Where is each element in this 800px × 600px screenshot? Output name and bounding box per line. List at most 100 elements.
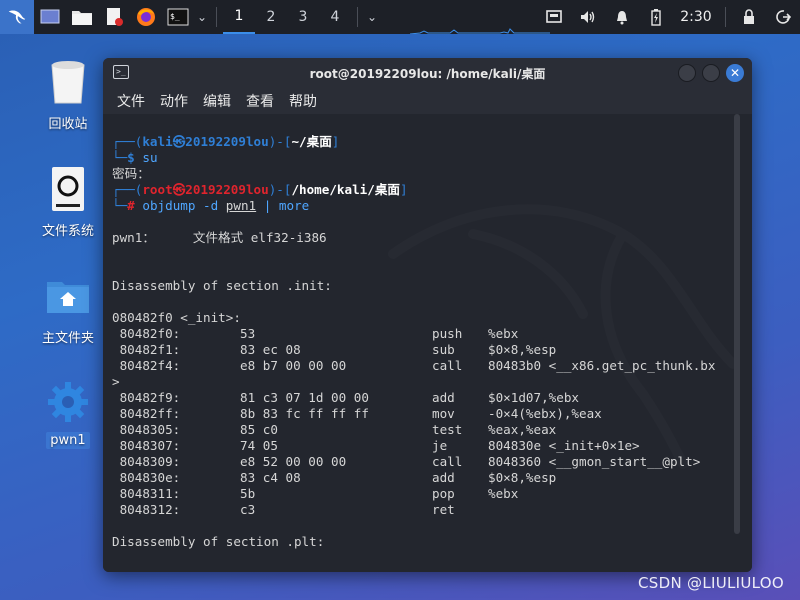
gear-icon <box>44 378 92 426</box>
desktop-icon-label: 文件系统 <box>41 224 94 239</box>
menu-bar: 文件 动作 编辑 查看 帮助 <box>103 88 752 114</box>
desktop-icon-label: 回收站 <box>48 117 88 132</box>
asm-opcode: mov <box>432 406 455 421</box>
menu-help[interactable]: 帮助 <box>289 91 317 111</box>
command-line: └─$ su <box>112 150 158 165</box>
asm-operands: -0×4(%ebx),%eax <box>488 406 602 421</box>
function-header: 080482f0 <_init>: <box>112 310 241 325</box>
watermark: CSDN @LIULIULOO <box>638 574 784 592</box>
window-title: root@20192209lou: /home/kali/桌面 <box>309 66 546 81</box>
asm-opcode: call <box>432 454 463 469</box>
asm-address: 80482f0: <box>112 326 181 341</box>
notifications-tray[interactable] <box>605 0 639 34</box>
password-line: 密码： <box>112 166 150 181</box>
menu-action[interactable]: 动作 <box>160 91 188 111</box>
terminal-launcher[interactable]: $_ <box>162 0 194 34</box>
asm-bytes: 74 05 <box>240 438 278 453</box>
text-editor-launcher[interactable] <box>98 0 130 34</box>
hard-drive-icon <box>44 165 92 213</box>
file-format-line: pwn1： 文件格式 elf32-i386 <box>112 230 327 245</box>
minimize-button[interactable] <box>678 64 696 82</box>
section-header: Disassembly of section .plt: <box>112 534 325 549</box>
asm-opcode: ret <box>432 502 455 517</box>
terminal-icon: $_ <box>167 8 189 26</box>
prompt-line: ┌──(kali㉿20192209lou)-[~/桌面] <box>112 134 340 149</box>
asm-bytes: e8 b7 00 00 00 <box>240 358 347 373</box>
file-manager-launcher[interactable] <box>66 0 98 34</box>
asm-operands: $0×8,%esp <box>488 342 557 357</box>
asm-opcode: add <box>432 470 455 485</box>
workspace-4[interactable]: 4 <box>319 0 351 34</box>
panel-separator <box>725 7 726 27</box>
desktop-icon-home[interactable]: 主文件夹 <box>28 272 108 347</box>
asm-bytes: 83 ec 08 <box>240 342 301 357</box>
asm-operands: %ebx <box>488 486 519 501</box>
asm-opcode: push <box>432 326 463 341</box>
asm-bytes: 53 <box>240 326 256 341</box>
battery-tray[interactable] <box>639 0 673 34</box>
desktop-icon-filesystem[interactable]: 文件系统 <box>28 165 108 240</box>
maximize-button[interactable] <box>702 64 720 82</box>
window-titlebar[interactable]: >_ root@20192209lou: /home/kali/桌面 ✕ <box>103 58 752 88</box>
asm-operands: $0×8,%esp <box>488 470 557 485</box>
firefox-launcher[interactable] <box>130 0 162 34</box>
asm-opcode: sub <box>432 342 455 357</box>
menu-file[interactable]: 文件 <box>117 91 145 111</box>
asm-bytes: 5b <box>240 486 256 501</box>
menu-edit[interactable]: 编辑 <box>203 91 231 111</box>
asm-address: 804830e: <box>112 470 181 485</box>
terminal-window: >_ root@20192209lou: /home/kali/桌面 ✕ 文件 … <box>103 58 752 572</box>
panel-separator <box>357 7 358 27</box>
trash-icon <box>44 58 92 106</box>
section-header: Disassembly of section .init: <box>112 278 332 293</box>
network-tray[interactable] <box>537 0 571 34</box>
asm-operands: $0×1d07,%ebx <box>488 390 579 405</box>
asm-opcode: pop <box>432 486 455 501</box>
launcher-dropdown-chevron-icon[interactable]: ⌄ <box>194 0 210 34</box>
logout-icon <box>776 10 791 24</box>
prompt-line: ┌──(root㉿20192209lou)-[/home/kali/桌面] <box>112 182 408 197</box>
workspace-1[interactable]: 1 <box>223 0 255 34</box>
asm-address: 8048305: <box>112 422 181 437</box>
close-button[interactable]: ✕ <box>726 64 744 82</box>
asm-address: 80482f9: <box>112 390 181 405</box>
top-panel: $_ ⌄ 1 2 3 4 ⌄ 2:30 <box>0 0 800 34</box>
kali-dragon-icon <box>8 10 26 24</box>
asm-bytes: 8b 83 fc ff ff ff <box>240 406 369 421</box>
window-list-chevron-icon[interactable]: ⌄ <box>364 0 380 34</box>
volume-icon <box>581 11 595 23</box>
workspace-3[interactable]: 3 <box>287 0 319 34</box>
kali-menu-button[interactable] <box>0 0 34 34</box>
asm-address: 8048312: <box>112 502 181 517</box>
asm-address: 8048311: <box>112 486 181 501</box>
command-line: └─# objdump -d pwn1 | more <box>112 198 310 213</box>
desktop-icon-trash[interactable]: 回收站 <box>28 58 108 133</box>
bell-icon <box>617 11 627 25</box>
asm-bytes: c3 <box>240 502 256 517</box>
terminal-output[interactable]: ┌──(kali㉿20192209lou)-[~/桌面] └─$ su 密码： … <box>103 114 752 572</box>
asm-address: > <box>112 374 120 389</box>
workspace-2[interactable]: 2 <box>255 0 287 34</box>
asm-opcode: je <box>432 438 448 453</box>
cpu-graph <box>410 28 550 34</box>
desktop-icon <box>40 9 60 24</box>
asm-operands: %ebx <box>488 326 519 341</box>
menu-view[interactable]: 查看 <box>246 91 274 111</box>
logout-button[interactable] <box>766 0 800 34</box>
asm-address: 80482ff: <box>112 406 181 421</box>
asm-address: 8048307: <box>112 438 181 453</box>
panel-clock[interactable]: 2:30 <box>673 9 719 25</box>
terminal-scrollbar[interactable] <box>734 114 740 534</box>
asm-bytes: 81 c3 07 1d 00 00 <box>240 390 369 405</box>
asm-address: 80482f1: <box>112 342 181 357</box>
volume-tray[interactable] <box>571 0 605 34</box>
asm-operands: 8048360 <__gmon_start__@plt> <box>488 454 701 469</box>
lock-screen-button[interactable] <box>732 0 766 34</box>
show-desktop-button[interactable] <box>34 0 66 34</box>
text-editor-icon <box>107 8 123 26</box>
desktop-icon-label: pwn1 <box>46 432 90 449</box>
asm-bytes: e8 52 00 00 00 <box>240 454 347 469</box>
desktop-icon-pwn1[interactable]: pwn1 <box>28 378 108 449</box>
asm-operands: 80483b0 <__x86.get_pc_thunk.bx <box>488 358 716 373</box>
asm-opcode: call <box>432 358 463 373</box>
